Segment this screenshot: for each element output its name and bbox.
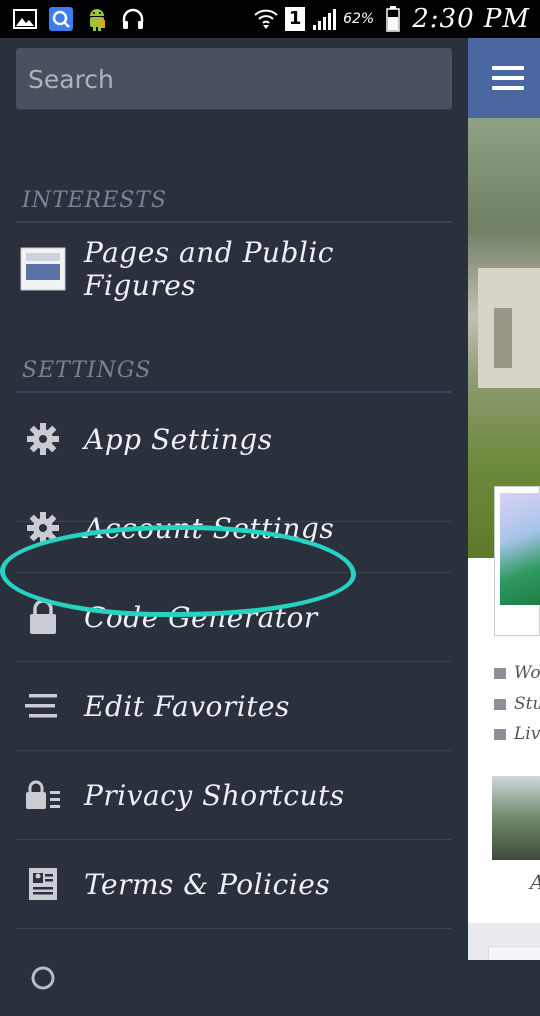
search-box[interactable] — [16, 48, 452, 110]
menu-item-next-partial[interactable] — [0, 930, 452, 1016]
divider — [16, 391, 452, 393]
cover-building — [478, 268, 540, 388]
menu-item-pages-and-public-figures[interactable]: Pages and Public Figures — [0, 226, 452, 312]
divider — [16, 572, 452, 573]
pages-icon — [20, 246, 66, 292]
section-header-interests: INTERESTS — [22, 188, 168, 213]
top-bar — [468, 38, 540, 118]
headphones-icon — [120, 6, 146, 32]
signal-icon — [311, 6, 337, 32]
list-icon — [20, 683, 66, 729]
profile-picture — [500, 493, 540, 605]
status-bar-left — [0, 6, 146, 32]
menu-item-label: Pages and Public Figures — [84, 236, 334, 302]
menu-item-code-generator[interactable]: Code Generator — [0, 574, 452, 660]
menu-item-label: Terms & Policies — [84, 867, 331, 901]
search-input[interactable] — [26, 63, 452, 95]
clock: 2:30 PM — [412, 4, 530, 34]
gear-icon — [20, 505, 66, 551]
menu-item-edit-favorites[interactable]: Edit Favorites — [0, 663, 452, 749]
divider — [16, 221, 452, 223]
main-content-peek[interactable]: Wo Stu Liv A — [468, 38, 540, 960]
photo-thumbnail[interactable] — [492, 776, 540, 860]
education-icon — [494, 699, 506, 710]
menu-item-terms-and-policies[interactable]: Terms & Policies — [0, 841, 452, 927]
menu-item-label: Account Settings — [84, 511, 335, 545]
menu-item-label: Code Generator — [84, 600, 318, 634]
search-app-icon — [48, 6, 74, 32]
menu-item-app-settings[interactable]: App Settings — [0, 396, 452, 482]
menu-item-label: Privacy Shortcuts — [84, 778, 345, 812]
status-bar: 1 62% 2:30 PM — [0, 0, 540, 38]
thumbnail-label: A — [530, 870, 540, 894]
divider — [16, 750, 452, 751]
home-icon — [494, 729, 506, 740]
lock-icon — [20, 594, 66, 640]
wifi-icon — [253, 6, 279, 32]
document-icon — [20, 861, 66, 907]
image-icon — [12, 6, 38, 32]
profile-picture-frame[interactable] — [494, 486, 540, 636]
info-row-studied: Stu — [494, 694, 540, 714]
menu-icon[interactable] — [492, 66, 524, 90]
info-row-work: Wo — [494, 663, 540, 683]
work-icon — [494, 668, 506, 679]
section-header-settings: SETTINGS — [22, 358, 152, 383]
menu-item-label: App Settings — [84, 422, 273, 456]
partial-icon — [20, 950, 66, 996]
gear-icon — [20, 416, 66, 462]
menu-item-account-settings[interactable]: Account Settings — [0, 485, 452, 571]
next-card — [488, 946, 540, 960]
navigation-drawer: INTERESTS Pages and Public Figures SETTI… — [0, 38, 468, 990]
menu-item-privacy-shortcuts[interactable]: Privacy Shortcuts — [0, 752, 452, 838]
android-icon — [84, 6, 110, 32]
divider — [16, 928, 452, 929]
info-row-lives: Liv — [494, 724, 540, 744]
status-bar-right: 1 62% 2:30 PM — [253, 4, 540, 34]
battery-icon — [380, 6, 406, 32]
divider — [16, 839, 452, 840]
privacy-lock-icon — [20, 772, 66, 818]
sim-slot-indicator: 1 — [285, 7, 306, 31]
divider — [16, 661, 452, 662]
battery-percent: 62% — [343, 11, 375, 27]
menu-item-label: Edit Favorites — [84, 689, 290, 723]
